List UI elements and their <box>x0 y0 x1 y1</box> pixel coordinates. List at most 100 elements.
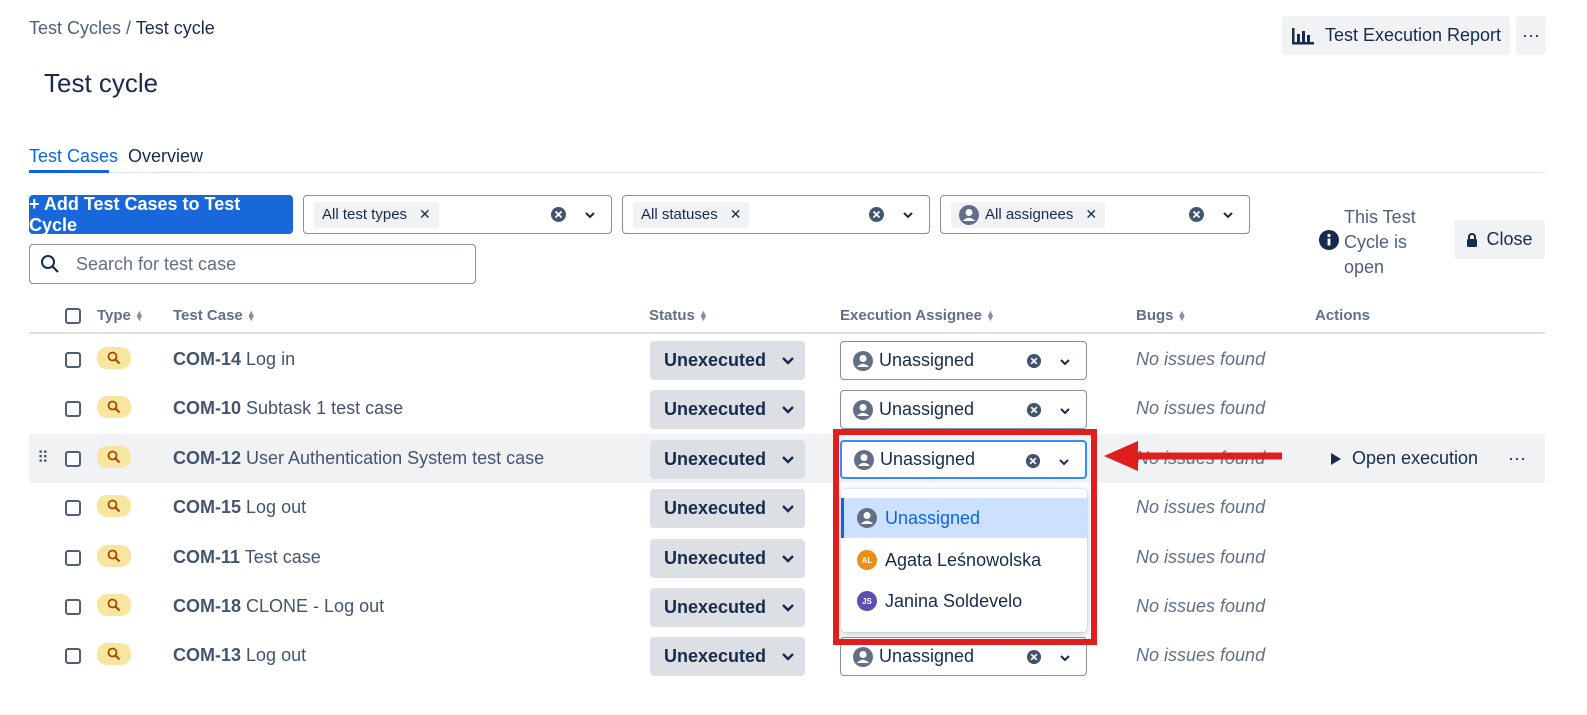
status-filter[interactable]: All statuses ✕ <box>622 195 930 234</box>
chevron-down-icon[interactable] <box>1221 205 1235 225</box>
test-case-link[interactable]: COM-12 User Authentication System test c… <box>173 448 544 469</box>
chevron-down-icon[interactable] <box>1058 401 1072 421</box>
status-dropdown[interactable]: Unexecuted <box>650 489 805 528</box>
table-row[interactable]: ⠿ COM-12 User Authentication System test… <box>29 434 1545 483</box>
chevron-down-icon[interactable] <box>583 205 597 225</box>
tab-overview[interactable]: Overview <box>128 146 203 167</box>
sort-icon: ▲ ▼ <box>1177 307 1187 323</box>
column-header-status[interactable]: Status ▲ ▼ <box>649 307 708 324</box>
user-avatar-icon <box>853 350 873 371</box>
status-dropdown[interactable]: Unexecuted <box>650 588 805 627</box>
remove-chip-icon[interactable]: ✕ <box>730 206 742 223</box>
assignee-value: Unassigned <box>879 399 975 419</box>
column-label: Test Case <box>173 307 243 324</box>
test-case-link[interactable]: COM-11 Test case <box>173 547 321 568</box>
chevron-down-icon[interactable] <box>901 205 915 225</box>
column-header-test-case[interactable]: Test Case ▲ ▼ <box>173 307 256 324</box>
table-row[interactable]: COM-18 CLONE - Log out Unexecuted No iss… <box>29 582 1545 631</box>
sort-icon: ▲ ▼ <box>246 307 256 323</box>
test-type-badge <box>97 594 131 616</box>
status-dropdown[interactable]: Unexecuted <box>650 341 805 380</box>
assignee-select[interactable]: Unassigned <box>840 341 1087 380</box>
table-row[interactable]: COM-14 Log in Unexecuted Unassigned No i… <box>29 335 1545 384</box>
select-all-checkbox[interactable] <box>65 308 81 324</box>
status-dropdown[interactable]: Unexecuted <box>650 440 805 479</box>
chevron-down-icon <box>782 554 794 563</box>
active-tab-indicator <box>29 170 109 173</box>
test-execution-report-button[interactable]: Test Execution Report <box>1282 16 1510 55</box>
add-test-cases-button[interactable]: + Add Test Cases to Test Cycle <box>29 194 293 235</box>
column-header-type[interactable]: Type ▲ ▼ <box>97 307 144 324</box>
drag-handle-icon[interactable]: ⠿ <box>37 448 49 468</box>
row-checkbox[interactable] <box>65 352 81 368</box>
status-label: Unexecuted <box>664 548 767 568</box>
table-row[interactable]: COM-10 Subtask 1 test case Unexecuted Un… <box>29 384 1545 433</box>
tab-test-cases[interactable]: Test Cases <box>29 146 118 167</box>
search-icon <box>41 255 59 273</box>
clear-icon[interactable] <box>1188 206 1205 223</box>
chevron-down-icon[interactable] <box>1058 648 1072 668</box>
test-case-name: User Authentication System test case <box>246 448 545 468</box>
bugs-value: No issues found <box>1136 497 1266 517</box>
search-test-case-input[interactable]: Search for test case <box>29 244 476 284</box>
test-case-key: COM-13 <box>173 645 242 665</box>
more-icon: ··· <box>1522 25 1540 45</box>
row-checkbox[interactable] <box>65 451 81 467</box>
test-case-link[interactable]: COM-15 Log out <box>173 497 306 518</box>
test-case-name: Log out <box>246 645 307 665</box>
play-icon <box>1330 452 1341 465</box>
table-row[interactable]: COM-15 Log out Unexecuted No issues foun… <box>29 483 1545 532</box>
more-actions-button[interactable]: ··· <box>1516 16 1546 55</box>
status-dropdown[interactable]: Unexecuted <box>650 390 805 429</box>
open-execution-button[interactable]: Open execution <box>1315 439 1493 478</box>
test-case-link[interactable]: COM-10 Subtask 1 test case <box>173 398 403 419</box>
chevron-down-icon[interactable] <box>1058 352 1072 372</box>
row-checkbox[interactable] <box>65 648 81 664</box>
test-type-badge <box>97 545 131 567</box>
test-case-key: COM-15 <box>173 497 242 517</box>
remove-chip-icon[interactable]: ✕ <box>1085 206 1097 223</box>
column-label: Status <box>649 307 695 324</box>
lock-icon <box>1467 232 1478 247</box>
bugs-value: No issues found <box>1136 398 1266 418</box>
open-execution-label: Open execution <box>1351 448 1479 468</box>
column-header-bugs[interactable]: Bugs ▲ ▼ <box>1136 307 1186 324</box>
row-more-actions-button[interactable]: ··· <box>1501 439 1533 478</box>
row-checkbox[interactable] <box>65 599 81 615</box>
status-label: Unexecuted <box>664 597 767 617</box>
status-dropdown[interactable]: Unexecuted <box>650 637 805 676</box>
column-header-execution-assignee[interactable]: Execution Assignee ▲ ▼ <box>840 307 995 324</box>
table-row[interactable]: COM-13 Log out Unexecuted Unassigned No … <box>29 631 1545 680</box>
row-checkbox[interactable] <box>65 550 81 566</box>
magnifier-icon <box>107 549 121 563</box>
remove-chip-icon[interactable]: ✕ <box>419 206 431 223</box>
test-type-filter[interactable]: All test types ✕ <box>303 195 612 234</box>
annotation-arrow-icon <box>1104 441 1282 471</box>
test-type-badge <box>97 643 131 665</box>
more-icon: ··· <box>1508 448 1526 468</box>
row-checkbox[interactable] <box>65 401 81 417</box>
table-row[interactable]: COM-11 Test case Unexecuted No issues fo… <box>29 533 1545 582</box>
clear-icon[interactable] <box>550 206 567 223</box>
clear-icon[interactable] <box>1026 402 1042 418</box>
assignee-select[interactable]: Unassigned <box>840 390 1087 429</box>
status-dropdown[interactable]: Unexecuted <box>650 539 805 578</box>
row-checkbox[interactable] <box>65 500 81 516</box>
user-avatar-icon <box>853 399 873 420</box>
filter-chip-label: All assignees <box>985 206 1074 223</box>
breadcrumb-parent-link[interactable]: Test Cycles <box>29 18 121 38</box>
test-case-key: COM-14 <box>173 349 242 369</box>
test-case-link[interactable]: COM-18 CLONE - Log out <box>173 596 384 617</box>
clear-icon[interactable] <box>868 206 885 223</box>
test-case-link[interactable]: COM-14 Log in <box>173 349 295 370</box>
column-label: Bugs <box>1136 307 1174 324</box>
test-case-name: Test case <box>244 547 321 567</box>
clear-icon[interactable] <box>1026 649 1042 665</box>
assignee-filter[interactable]: All assignees ✕ <box>940 195 1250 234</box>
chevron-down-icon <box>782 356 794 365</box>
test-case-name: CLONE - Log out <box>246 596 385 616</box>
clear-icon[interactable] <box>1026 353 1042 369</box>
close-cycle-button[interactable]: Close <box>1454 220 1545 259</box>
test-case-link[interactable]: COM-13 Log out <box>173 645 306 666</box>
test-case-name: Log in <box>246 349 296 369</box>
